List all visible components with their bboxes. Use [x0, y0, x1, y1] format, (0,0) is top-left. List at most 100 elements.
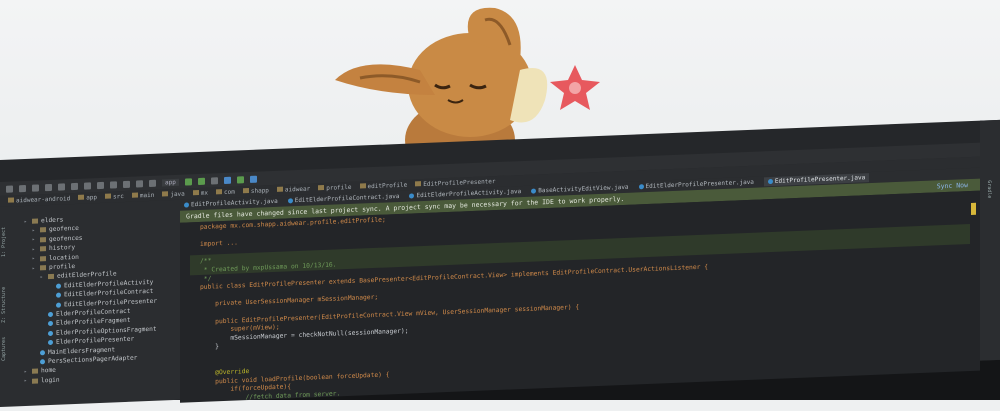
folder-icon	[40, 228, 46, 233]
right-tool-strip: Gradle	[980, 120, 1000, 361]
save-icon[interactable]	[19, 184, 26, 191]
tree-item[interactable]: MainEldersFragment	[32, 346, 115, 356]
undo-icon[interactable]	[45, 183, 52, 190]
tree-item-label: history	[49, 244, 75, 252]
open-icon[interactable]	[6, 185, 13, 192]
breadcrumb-item[interactable]: shapp	[243, 187, 269, 195]
tree-item-label: EditElderProfilePresenter	[64, 297, 157, 308]
tree-item-label: home	[41, 367, 56, 375]
code-line[interactable]: }	[200, 344, 219, 352]
tree-item[interactable]: ▸ geofence	[32, 225, 79, 234]
code-line[interactable]: import ...	[200, 240, 238, 249]
folder-icon	[40, 246, 46, 251]
tree-item-label: geofence	[49, 225, 79, 233]
project-tree: ▸elders▸geofence▸geofences▸history▸locat…	[10, 200, 180, 407]
class-icon	[48, 312, 53, 317]
expand-arrow-icon[interactable]: ▸	[32, 256, 37, 262]
breadcrumb-item[interactable]: editProfile	[360, 182, 408, 191]
tree-item-label: ElderProfileContract	[56, 308, 131, 318]
run-config-select[interactable]: app	[162, 178, 179, 186]
folder-icon	[40, 237, 46, 242]
breadcrumb-item[interactable]: aidwear	[277, 186, 310, 194]
code-line[interactable]: @Override	[200, 368, 249, 377]
folder-icon	[32, 369, 38, 374]
folder-icon	[40, 256, 46, 261]
tree-item-label: ElderProfileFragment	[56, 317, 131, 327]
redo-icon[interactable]	[58, 183, 65, 190]
tree-item[interactable]: EditElderProfilePresenter	[48, 297, 157, 308]
class-icon	[56, 293, 61, 298]
expand-arrow-icon[interactable]: ▸	[40, 274, 45, 280]
tree-item-label: geofences	[49, 234, 83, 242]
expand-arrow-icon[interactable]: ▸	[32, 237, 37, 243]
sync-icon[interactable]	[32, 184, 39, 191]
run-icon[interactable]	[185, 178, 192, 185]
warning-marker[interactable]	[971, 203, 976, 215]
replace-icon[interactable]	[123, 180, 130, 187]
tree-item[interactable]: ▸editElderProfile	[40, 271, 117, 281]
tree-item-label: ElderProfilePresenter	[56, 336, 134, 346]
folder-icon	[40, 265, 46, 270]
tree-item[interactable]: ElderProfileOptionsFragment	[40, 326, 157, 338]
tree-item[interactable]: ElderProfilePresenter	[40, 336, 134, 347]
tree-item-label: ElderProfileOptionsFragment	[56, 326, 157, 337]
sdk-manager-icon[interactable]	[224, 176, 231, 183]
class-icon	[40, 350, 45, 355]
structure-tool-tab[interactable]: Z: Structure	[1, 287, 7, 323]
class-icon	[40, 359, 45, 364]
copy-icon[interactable]	[84, 182, 91, 189]
breadcrumb-item[interactable]: com	[216, 189, 235, 197]
expand-arrow-icon[interactable]: ▸	[32, 265, 37, 271]
class-icon	[56, 302, 61, 307]
folder-icon	[48, 274, 54, 279]
tree-item[interactable]: ▸ history	[32, 244, 75, 253]
code-line[interactable]: */	[200, 275, 211, 282]
expand-arrow-icon[interactable]: ▸	[32, 227, 37, 233]
tree-item[interactable]: ▸ home	[24, 367, 56, 375]
tree-item-label: MainEldersFragment	[48, 346, 115, 356]
expand-arrow-icon[interactable]: ▸	[24, 378, 29, 384]
class-icon	[48, 340, 53, 345]
forward-icon[interactable]	[149, 179, 156, 186]
find-icon[interactable]	[110, 181, 117, 188]
folder-icon	[32, 218, 38, 223]
code-editor[interactable]: package mx.com.shapp.aidwear.profile.edi…	[180, 191, 980, 403]
breadcrumb-item[interactable]: src	[105, 193, 124, 201]
avd-manager-icon[interactable]	[237, 176, 244, 183]
expand-arrow-icon[interactable]: ▸	[24, 218, 29, 224]
tree-item[interactable]: ▸ login	[24, 376, 60, 384]
gradle-tool-tab[interactable]: Gradle	[986, 180, 992, 198]
help-icon[interactable]	[250, 175, 257, 182]
project-tool-tab[interactable]: 1: Project	[1, 227, 7, 257]
tree-item-label: login	[41, 376, 60, 384]
tree-item[interactable]: ▸location	[32, 253, 79, 262]
folder-icon	[32, 378, 38, 383]
tree-item-label: PersSectionsPagerAdapter	[48, 354, 137, 365]
breadcrumb-item[interactable]: mx	[193, 190, 208, 198]
code-line[interactable]: public EditProfilePresenter(EditProfileC…	[200, 303, 579, 325]
expand-arrow-icon[interactable]: ▸	[32, 246, 37, 252]
tree-item-label: profile	[49, 263, 75, 271]
sync-now-link[interactable]: Sync Now	[937, 181, 968, 190]
code-line[interactable]: /**	[200, 258, 211, 265]
stop-icon[interactable]	[211, 177, 218, 184]
expand-arrow-icon[interactable]: ▸	[24, 369, 29, 375]
captures-tool-tab[interactable]: Captures	[1, 337, 7, 361]
tree-item[interactable]: ▸ geofences	[32, 234, 83, 243]
breadcrumb-item[interactable]: aidwear-android	[8, 195, 70, 204]
tree-item[interactable]: ▸elders	[24, 216, 63, 225]
ide-window: app aidwear-androidappsrcmainjavamxcomsh…	[0, 120, 1000, 400]
breadcrumb-item[interactable]: app	[78, 194, 97, 202]
cut-icon[interactable]	[71, 182, 78, 189]
breadcrumb-item[interactable]: main	[132, 192, 154, 200]
breadcrumb-item[interactable]: java	[162, 191, 184, 199]
code-line[interactable]: private UserSessionManager mSessionManag…	[200, 294, 378, 308]
back-icon[interactable]	[136, 180, 143, 187]
tree-item[interactable]: ▸ profile	[32, 263, 75, 272]
tree-item[interactable]: PersSectionsPagerAdapter	[32, 354, 137, 365]
debug-icon[interactable]	[198, 177, 205, 184]
paste-icon[interactable]	[97, 181, 104, 188]
class-icon	[48, 321, 53, 326]
breadcrumb-item[interactable]: profile	[318, 184, 351, 192]
left-tool-strip: 1: Project Z: Structure Captures	[0, 207, 10, 407]
